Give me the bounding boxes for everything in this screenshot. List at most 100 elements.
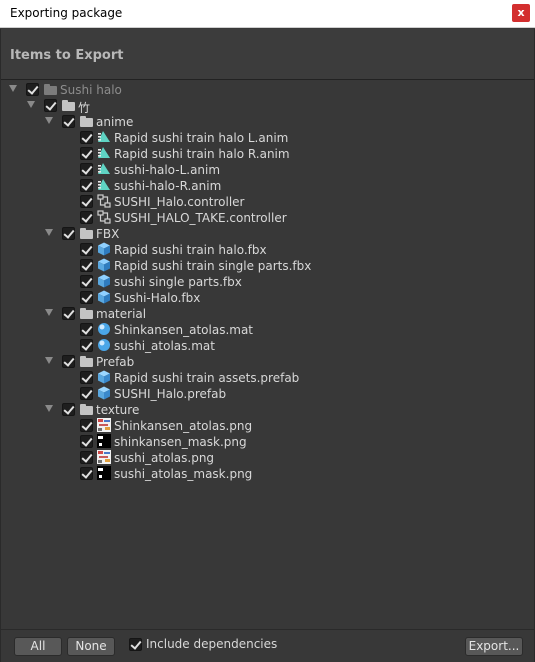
tree-item-label: shinkansen_mask.png: [114, 435, 247, 449]
expand-arrow-icon[interactable]: [45, 405, 53, 412]
tree-item-label: Shinkansen_atolas.mat: [114, 323, 254, 337]
expand-arrow-icon[interactable]: [45, 229, 53, 236]
tree-folder-row[interactable]: anime: [6, 114, 526, 130]
item-checkbox[interactable]: [62, 115, 75, 128]
tree-item-label: Prefab: [96, 355, 135, 369]
folder-icon: [80, 354, 94, 368]
tree-item-label: material: [96, 307, 147, 321]
tree-folder-row[interactable]: texture: [6, 402, 526, 418]
tree-file-row[interactable]: Rapid sushi train assets.prefab: [6, 370, 526, 386]
tree-file-row[interactable]: Shinkansen_atolas.png: [6, 418, 526, 434]
item-checkbox[interactable]: [80, 435, 93, 448]
tree-folder-row[interactable]: FBX: [6, 226, 526, 242]
item-checkbox[interactable]: [80, 131, 93, 144]
item-checkbox[interactable]: [80, 339, 93, 352]
item-checkbox[interactable]: [44, 99, 57, 112]
item-checkbox[interactable]: [80, 467, 93, 480]
item-checkbox[interactable]: [80, 259, 93, 272]
item-checkbox[interactable]: [80, 195, 93, 208]
item-checkbox[interactable]: [80, 243, 93, 256]
item-checkbox[interactable]: [62, 403, 75, 416]
item-checkbox[interactable]: [80, 179, 93, 192]
footer: All None Include dependencies Export...: [1, 629, 534, 662]
item-checkbox[interactable]: [80, 371, 93, 384]
tree-file-row[interactable]: Rapid sushi train halo.fbx: [6, 242, 526, 258]
item-checkbox[interactable]: [62, 307, 75, 320]
item-checkbox[interactable]: [80, 211, 93, 224]
header-title: Items to Export: [10, 48, 124, 63]
select-none-button[interactable]: None: [67, 637, 115, 656]
item-checkbox[interactable]: [80, 451, 93, 464]
item-checkbox[interactable]: [80, 275, 93, 288]
animator-controller-icon: [97, 210, 111, 224]
tree-item-label: sushi-halo-L.anim: [114, 163, 221, 177]
tree-file-row[interactable]: Rapid sushi train halo R.anim: [6, 146, 526, 162]
animator-controller-icon: [97, 194, 111, 208]
export-button[interactable]: Export...: [465, 637, 523, 656]
tree-file-row[interactable]: sushi_atolas_mask.png: [6, 466, 526, 482]
tree-item-label: FBX: [96, 227, 120, 241]
tree-item-label: SUSHI_Halo.prefab: [114, 387, 227, 401]
item-checkbox[interactable]: [80, 419, 93, 432]
item-checkbox[interactable]: [62, 355, 75, 368]
animation-clip-icon: [97, 146, 111, 160]
tree-item-label: texture: [96, 403, 140, 417]
tree-item-label: sushi_atolas.png: [114, 451, 215, 465]
item-checkbox[interactable]: [80, 163, 93, 176]
tree-file-row[interactable]: sushi single parts.fbx: [6, 274, 526, 290]
texture-mask-thumbnail-icon: [97, 434, 111, 448]
tree-file-row[interactable]: sushi_atolas.png: [6, 450, 526, 466]
tree-item-label: sushi-halo-R.anim: [114, 179, 222, 193]
tree-file-row[interactable]: sushi-halo-R.anim: [6, 178, 526, 194]
texture-mask-thumbnail-icon: [97, 466, 111, 480]
tree-item-label: Rapid sushi train halo L.anim: [114, 131, 289, 145]
folder-icon: [44, 82, 58, 96]
tree-file-row[interactable]: SUSHI_Halo.prefab: [6, 386, 526, 402]
tree-item-label: sushi_atolas.mat: [114, 339, 215, 353]
folder-icon: [80, 402, 94, 416]
select-all-button[interactable]: All: [14, 637, 62, 656]
export-tree: Sushi halo 竹 anime Rapid sushi train halo L…: [6, 81, 529, 633]
tree-file-row[interactable]: SUSHI_HALO_TAKE.controller: [6, 210, 526, 226]
close-button[interactable]: x: [512, 4, 530, 22]
model-icon: [97, 274, 111, 288]
expand-arrow-icon[interactable]: [45, 117, 53, 124]
tree-file-row[interactable]: sushi-halo-L.anim: [6, 162, 526, 178]
include-dependencies-checkbox[interactable]: [129, 638, 142, 651]
tree-file-row[interactable]: Shinkansen_atolas.mat: [6, 322, 526, 338]
tree-folder-row[interactable]: 竹: [6, 98, 526, 115]
item-checkbox[interactable]: [62, 227, 75, 240]
expand-arrow-icon[interactable]: [9, 85, 17, 92]
tree-item-label: Rapid sushi train halo.fbx: [114, 243, 267, 257]
item-checkbox[interactable]: [80, 387, 93, 400]
material-icon: [97, 322, 111, 336]
tree-folder-row[interactable]: Prefab: [6, 354, 526, 370]
tree-folder-row[interactable]: Sushi halo: [6, 82, 526, 98]
texture-thumbnail-icon: [97, 418, 111, 432]
item-checkbox[interactable]: [26, 83, 39, 96]
item-checkbox[interactable]: [80, 147, 93, 160]
tree-file-row[interactable]: Sushi-Halo.fbx: [6, 290, 526, 306]
expand-arrow-icon[interactable]: [27, 101, 35, 108]
model-icon: [97, 258, 111, 272]
texture-thumbnail-icon: [97, 450, 111, 464]
tree-item-label: Sushi-Halo.fbx: [114, 291, 201, 305]
tree-file-row[interactable]: SUSHI_Halo.controller: [6, 194, 526, 210]
expand-arrow-icon[interactable]: [45, 309, 53, 316]
tree-folder-row[interactable]: material: [6, 306, 526, 322]
tree-file-row[interactable]: shinkansen_mask.png: [6, 434, 526, 450]
tree-item-label: Shinkansen_atolas.png: [114, 419, 253, 433]
animation-clip-icon: [97, 178, 111, 192]
animation-clip-icon: [97, 162, 111, 176]
tree-file-row[interactable]: Rapid sushi train single parts.fbx: [6, 258, 526, 274]
item-checkbox[interactable]: [80, 323, 93, 336]
tree-item-label: Rapid sushi train halo R.anim: [114, 147, 290, 161]
tree-item-label: Rapid sushi train single parts.fbx: [114, 259, 312, 273]
item-checkbox[interactable]: [80, 291, 93, 304]
tree-file-row[interactable]: Rapid sushi train halo L.anim: [6, 130, 526, 146]
tree-file-row[interactable]: sushi_atolas.mat: [6, 338, 526, 354]
folder-icon: [80, 306, 94, 320]
tree-item-label: SUSHI_HALO_TAKE.controller: [114, 211, 287, 225]
expand-arrow-icon[interactable]: [45, 357, 53, 364]
title-bar: Exporting package x: [0, 0, 535, 28]
